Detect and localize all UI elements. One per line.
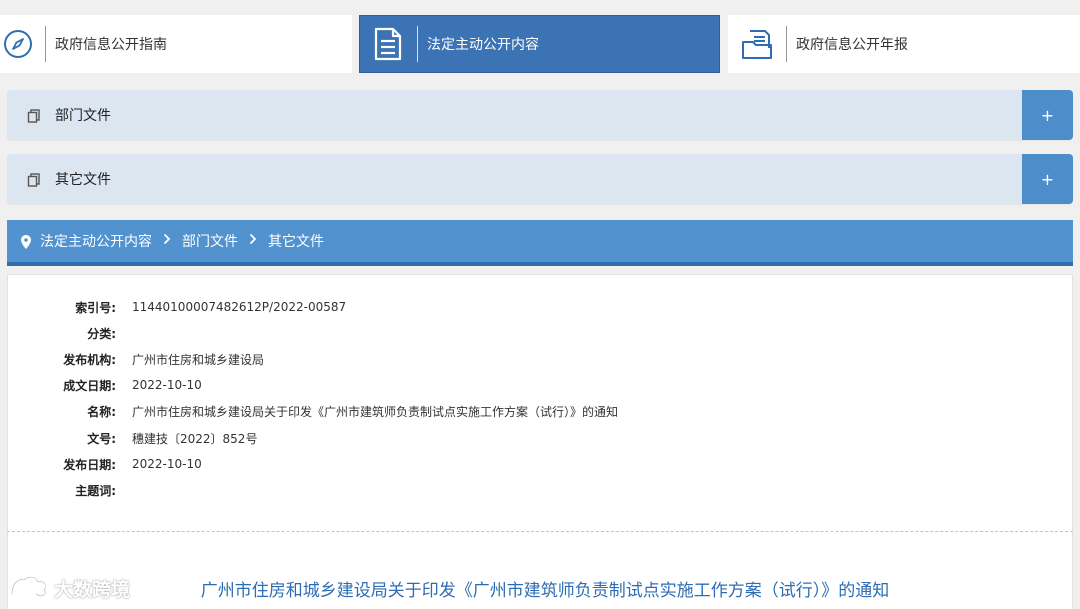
panel-other-files[interactable]: 其它文件 + bbox=[7, 154, 1073, 204]
document-metadata: 索引号: 11440100007482612P/2022-00587 分类: 发… bbox=[7, 274, 1073, 532]
breadcrumb-current[interactable]: 其它文件 bbox=[268, 231, 324, 251]
meta-value: 2022-10-10 bbox=[132, 378, 202, 392]
copy-files-icon bbox=[27, 108, 41, 123]
watermark-text: 大数跨境 bbox=[54, 578, 131, 601]
panel-other-label: 其它文件 bbox=[55, 172, 111, 188]
meta-key: 发布日期: bbox=[63, 457, 116, 472]
breadcrumb: 法定主动公开内容 部门文件 其它文件 bbox=[7, 220, 1073, 266]
expand-button[interactable]: + bbox=[1022, 154, 1073, 204]
meta-value: 广州市住房和城乡建设局 bbox=[132, 352, 265, 367]
tab-divider bbox=[786, 26, 787, 62]
meta-value: 2022-10-10 bbox=[132, 457, 202, 471]
meta-key: 索引号: bbox=[75, 300, 116, 315]
tab-annual-report[interactable]: 政府信息公开年报 bbox=[728, 15, 1080, 73]
breadcrumb-link-department[interactable]: 部门文件 bbox=[182, 231, 238, 251]
document-title: 广州市住房和城乡建设局关于印发《广州市建筑师负责制试点实施工作方案（试行）》的通… bbox=[200, 581, 890, 601]
meta-row-written-date: 成文日期: 2022-10-10 bbox=[8, 376, 202, 394]
chevron-right-icon bbox=[163, 233, 171, 249]
meta-key: 名称: bbox=[87, 404, 116, 419]
meta-value: 广州市住房和城乡建设局关于印发《广州市建筑师负责制试点实施工作方案（试行）》的通… bbox=[132, 404, 619, 419]
chevron-right-icon bbox=[249, 233, 257, 249]
tab-guide[interactable]: 政府信息公开指南 bbox=[0, 15, 352, 73]
meta-key: 发布机构: bbox=[63, 352, 116, 367]
meta-key: 成文日期: bbox=[63, 378, 116, 393]
tab-statutory-label: 法定主动公开内容 bbox=[427, 37, 539, 53]
breadcrumb-link-statutory[interactable]: 法定主动公开内容 bbox=[40, 231, 152, 251]
expand-button[interactable]: + bbox=[1022, 90, 1073, 140]
meta-row-publish-date: 发布日期: 2022-10-10 bbox=[8, 455, 202, 473]
location-pin-icon bbox=[21, 234, 31, 249]
meta-key: 主题词: bbox=[75, 483, 116, 498]
meta-row-index: 索引号: 11440100007482612P/2022-00587 bbox=[8, 298, 346, 316]
meta-row-publisher: 发布机构: 广州市住房和城乡建设局 bbox=[8, 350, 264, 368]
meta-value: 11440100007482612P/2022-00587 bbox=[132, 300, 347, 314]
meta-row-name: 名称: 广州市住房和城乡建设局关于印发《广州市建筑师负责制试点实施工作方案（试行… bbox=[8, 402, 618, 420]
watermark: 大数跨境 bbox=[8, 574, 130, 602]
tab-divider bbox=[45, 26, 46, 62]
folder-docs-icon bbox=[728, 15, 786, 73]
meta-key: 文号: bbox=[87, 431, 116, 446]
meta-row-subject: 主题词: bbox=[8, 481, 132, 499]
panel-department-label: 部门文件 bbox=[55, 108, 111, 124]
document-icon bbox=[360, 15, 416, 73]
meta-key: 分类: bbox=[87, 326, 116, 341]
document-body: 广州市住房和城乡建设局关于印发《广州市建筑师负责制试点实施工作方案（试行）》的通… bbox=[7, 532, 1073, 609]
meta-row-category: 分类: bbox=[8, 324, 132, 342]
tab-annual-label: 政府信息公开年报 bbox=[796, 37, 908, 53]
tab-divider bbox=[417, 26, 418, 62]
compass-icon bbox=[0, 15, 36, 73]
panel-department-files[interactable]: 部门文件 + bbox=[7, 90, 1073, 140]
top-tabs: 政府信息公开指南 法定主动公开内容 政府信息公开年报 bbox=[0, 15, 1080, 73]
meta-value: 穗建技〔2022〕852号 bbox=[132, 431, 258, 446]
tab-guide-label: 政府信息公开指南 bbox=[55, 37, 167, 53]
copy-files-icon bbox=[27, 172, 41, 187]
meta-row-doc-number: 文号: 穗建技〔2022〕852号 bbox=[8, 429, 257, 447]
watermark-logo-icon bbox=[8, 574, 50, 602]
tab-statutory-content[interactable]: 法定主动公开内容 bbox=[359, 15, 720, 73]
